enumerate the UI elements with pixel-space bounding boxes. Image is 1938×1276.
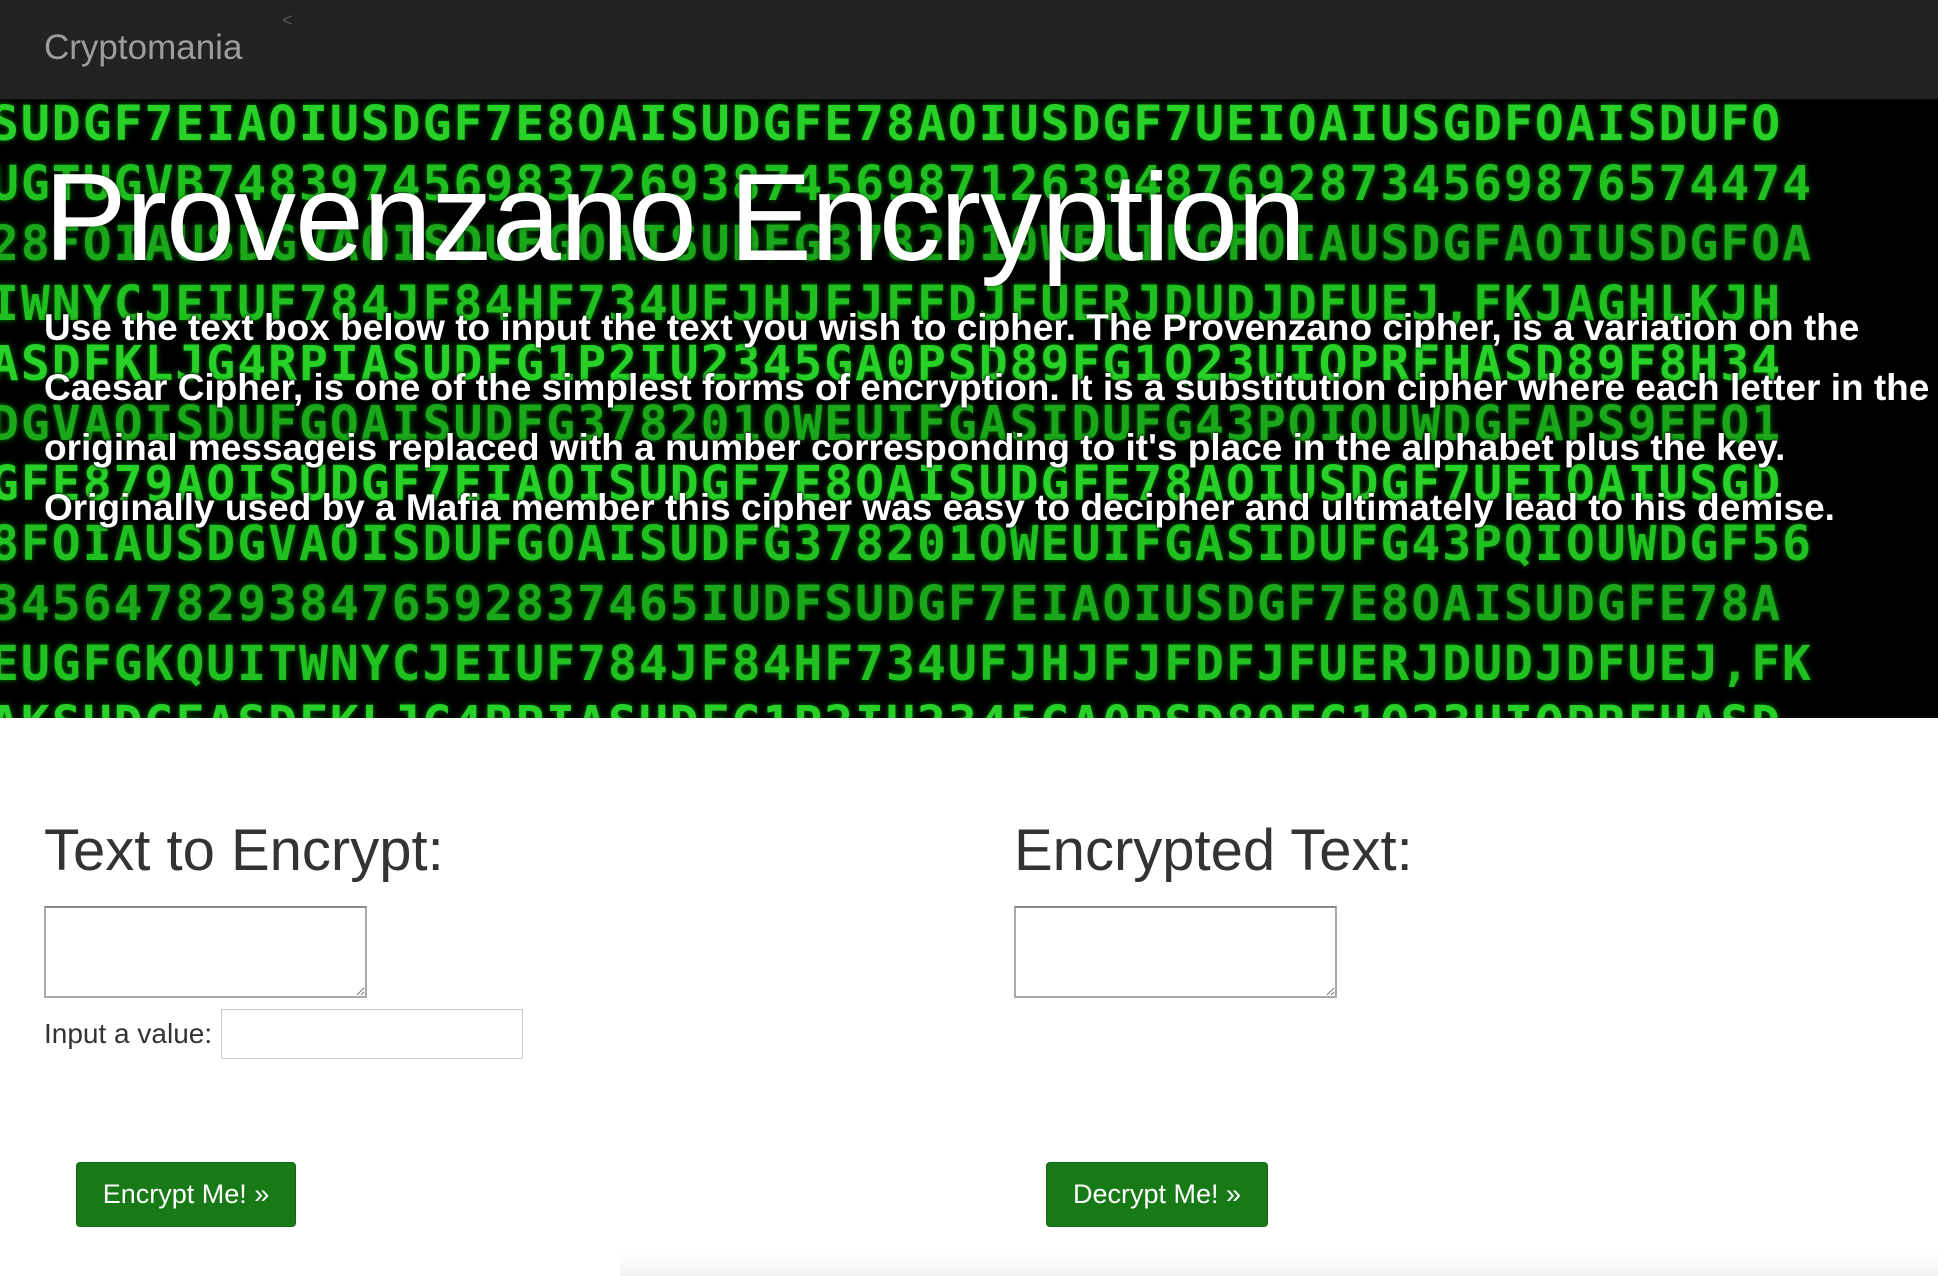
matrix-row: SUDGF7EIAOIUSDGF7E8OAISUDGFE78AOIUSDGF7U…: [0, 100, 1783, 152]
matrix-row: 34564782938476592837465IUDFSUDGF7EIAOIUS…: [0, 576, 1783, 632]
key-input[interactable]: [221, 1009, 523, 1059]
ciphertext-textarea[interactable]: [1014, 906, 1337, 998]
encrypt-button[interactable]: Encrypt Me! »: [76, 1162, 296, 1227]
key-label: Input a value:: [44, 1018, 213, 1049]
matrix-row: AKSUDGFASDFKLJG4RPIASUDFG1P2IU2345GA0PSD…: [0, 694, 1938, 718]
matrix-row: EUGFGKQUITWNYCJEIUF784JF84HF734UFJHJFJFD…: [0, 636, 1814, 692]
back-arrow-icon[interactable]: <: [282, 10, 293, 30]
decrypt-button[interactable]: Decrypt Me! »: [1046, 1162, 1268, 1227]
navbar: Cryptomania <: [0, 0, 1938, 100]
brand-link[interactable]: Cryptomania: [44, 28, 242, 68]
bottom-shadow: [620, 1252, 1938, 1276]
page-title: Provenzano Encryption: [44, 149, 1306, 287]
encrypt-heading: Text to Encrypt:: [44, 818, 444, 883]
hero-banner: SUDGF7EIAOIUSDGF7E8OAISUDGFE78AOIUSDGF7U…: [0, 100, 1938, 718]
plaintext-textarea[interactable]: [44, 906, 367, 998]
hero-description: Use the text box below to input the text…: [44, 307, 1930, 528]
decrypt-heading: Encrypted Text:: [1014, 818, 1413, 883]
